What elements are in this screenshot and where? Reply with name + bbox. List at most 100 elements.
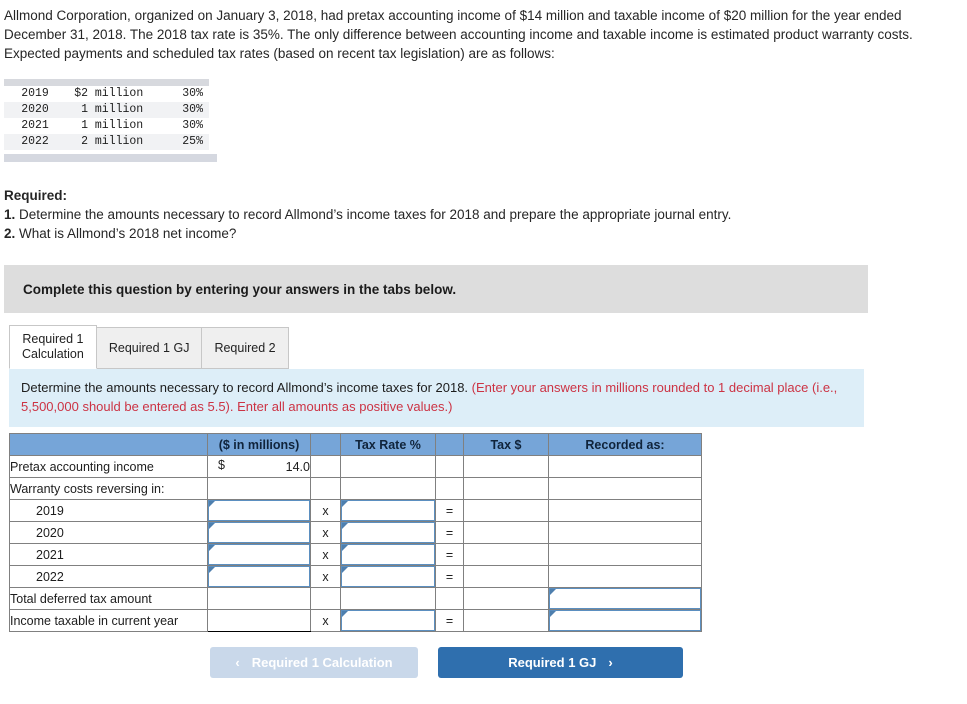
problem-statement: Allmond Corporation, organized on Januar… [0,0,967,63]
facts-table-bottom-bar [4,154,217,162]
multiply-symbol: x [310,543,341,566]
empty-cell [207,477,311,500]
empty-cell [435,455,464,478]
facts-rate: 30% [182,87,203,100]
answer-tabs: Required 1 Calculation Required 1 GJ Req… [9,325,967,369]
tab-navigation-buttons: ‹ Required 1 Calculation Required 1 GJ › [0,647,967,678]
empty-cell [340,587,436,610]
millions-input-cell-2021[interactable] [207,543,311,566]
multiply-symbol: x [310,565,341,588]
tax-rate-input-cell-2022[interactable] [340,565,436,588]
equals-symbol: = [435,499,464,522]
next-tab-button[interactable]: Required 1 GJ › [438,647,683,678]
millions-input-2019[interactable] [208,500,310,521]
tax-rate-input-2019[interactable] [341,500,435,521]
recorded-as-input-cell-current-year[interactable] [548,609,702,632]
tax-rate-input-cell-2020[interactable] [340,521,436,544]
required-item-2-number: 2. [4,226,16,241]
empty-cell [548,455,702,478]
equals-symbol: = [435,543,464,566]
tax-dollars-cell-2022 [463,565,549,588]
tax-rate-input-cell-2019[interactable] [340,499,436,522]
empty-cell [435,477,464,500]
table-row-2019: 2019 x = [9,499,702,522]
expected-payments-table: 2019 $2 million 30% 2020 1 million 30% 2… [4,86,209,150]
previous-tab-label: Required 1 Calculation [251,655,393,670]
millions-input-cell-2020[interactable] [207,521,311,544]
empty-cell [463,477,549,500]
empty-cell [463,455,549,478]
column-header-recorded-as: Recorded as: [548,433,702,456]
next-tab-label: Required 1 GJ [508,655,597,670]
empty-cell [310,455,341,478]
table-row: 2019 $2 million 30% [4,86,209,102]
recorded-as-cell-2021 [548,543,702,566]
facts-rate: 30% [182,119,203,132]
tab-instruction-text: Determine the amounts necessary to recor… [21,380,472,395]
millions-input-2022[interactable] [208,566,310,587]
expected-payments-table-wrapper: 2019 $2 million 30% 2020 1 million 30% 2… [4,79,217,162]
column-header-blank-eq [435,433,464,456]
recorded-as-input-cell-total-deferred[interactable] [548,587,702,610]
empty-cell [207,587,311,610]
tab-label: Required 2 [214,340,276,355]
required-item-1-text: Determine the amounts necessary to recor… [15,207,732,222]
facts-amount: 1 million [54,102,160,118]
multiply-symbol: x [310,521,341,544]
table-row: 2022 2 million 25% [4,134,209,150]
required-item-1: 1. Determine the amounts necessary to re… [4,205,967,224]
millions-input-cell-2019[interactable] [207,499,311,522]
empty-cell [310,477,341,500]
table-row-warranty-costs-header: Warranty costs reversing in: [9,477,702,500]
row-label: Warranty costs reversing in: [9,477,208,500]
equals-symbol: = [435,609,464,632]
tax-rate-input-current-year[interactable] [341,610,435,631]
chevron-left-icon: ‹ [235,655,240,670]
tax-rate-input-2021[interactable] [341,544,435,565]
previous-tab-button[interactable]: ‹ Required 1 Calculation [210,647,418,678]
facts-amount: 1 million [81,119,144,132]
row-label: Pretax accounting income [9,455,208,478]
chevron-right-icon: › [608,655,613,670]
tax-rate-input-cell-2021[interactable] [340,543,436,566]
tab-required-1-gj[interactable]: Required 1 GJ [95,327,203,369]
row-label: 2021 [9,543,208,566]
currency-symbol: $ [218,458,225,472]
column-header-blank-label [9,433,208,456]
facts-year: 2021 [21,119,49,132]
millions-input-2020[interactable] [208,522,310,543]
tax-rate-input-cell-current-year[interactable] [340,609,436,632]
tab-required-1-calculation[interactable]: Required 1 Calculation [9,325,97,369]
millions-input-2021[interactable] [208,544,310,565]
column-header-blank-x [310,433,341,456]
empty-cell [310,587,341,610]
tax-dollars-cell-current-year [463,609,549,632]
recorded-as-input-current-year[interactable] [549,610,701,631]
table-row-pretax-accounting-income: Pretax accounting income $14.0 [9,455,702,478]
millions-input-cell-2022[interactable] [207,565,311,588]
table-row-2020: 2020 x = [9,521,702,544]
facts-year: 2019 [21,87,49,100]
empty-cell [435,587,464,610]
tab-required-2[interactable]: Required 2 [201,327,289,369]
required-heading: Required: [4,188,68,203]
empty-cell [340,455,436,478]
equals-symbol: = [435,565,464,588]
tab-label: Required 1 Calculation [22,332,84,361]
multiply-symbol: x [310,499,341,522]
facts-amount: $2 million [74,87,144,100]
table-row: 2020 1 million 30% [4,102,209,118]
facts-year: 2022 [4,134,55,150]
multiply-symbol: x [310,609,341,632]
recorded-as-cell-2019 [548,499,702,522]
problem-stem-text: Allmond Corporation, organized on Januar… [4,8,913,61]
tab-label: Required 1 GJ [108,340,190,355]
pretax-income-value: 14.0 [285,459,310,474]
millions-total-cell [207,609,311,632]
tax-rate-input-2022[interactable] [341,566,435,587]
tax-rate-input-2020[interactable] [341,522,435,543]
recorded-as-input-total-deferred[interactable] [549,588,701,609]
tax-dollars-cell-2021 [463,543,549,566]
tab-instruction-banner: Determine the amounts necessary to recor… [9,369,864,427]
tax-calculation-table: ($ in millions) Tax Rate % Tax $ Recorde… [9,433,702,632]
